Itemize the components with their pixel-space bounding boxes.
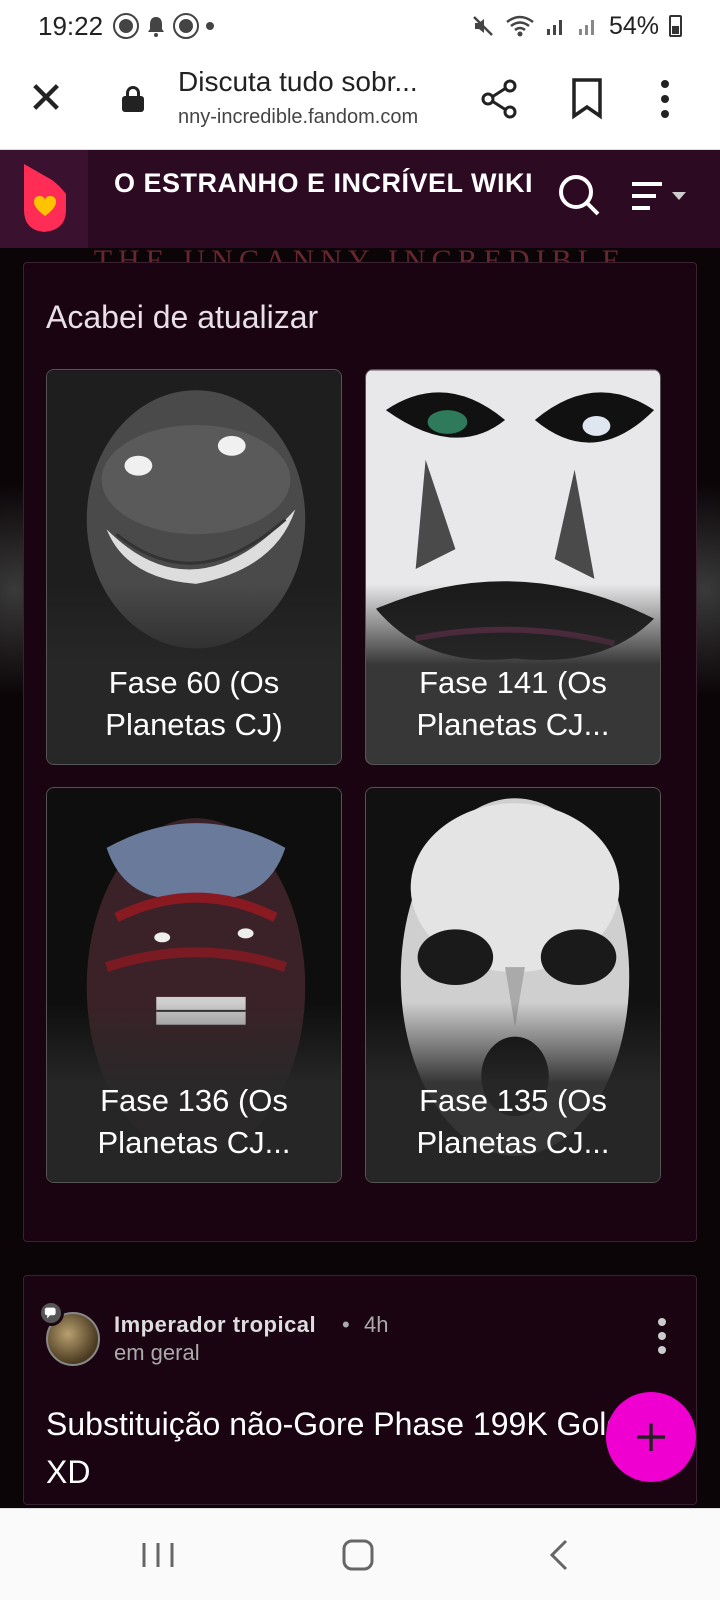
panel-heading: Acabei de atualizar bbox=[46, 299, 319, 335]
recently-updated-panel: Acabei de atualizar Fase 60 (Os Planetas… bbox=[23, 262, 697, 1242]
separator-dot: • bbox=[342, 1312, 350, 1337]
discussion-post[interactable]: Imperador tropical • 4h em geral Substit… bbox=[23, 1275, 697, 1505]
create-post-button[interactable] bbox=[606, 1392, 696, 1482]
article-card[interactable]: Fase 141 (Os Planetas CJ... bbox=[365, 369, 661, 765]
post-headline[interactable]: Substituição não-Gore Phase 199K Gold XD bbox=[46, 1400, 646, 1496]
page-title[interactable]: Discuta tudo sobr... bbox=[178, 66, 448, 98]
status-time: 19:22 bbox=[38, 10, 104, 41]
chrome-icon bbox=[173, 13, 200, 39]
menu-dropdown-icon[interactable] bbox=[630, 178, 694, 218]
close-tab-button[interactable]: ✕ bbox=[26, 74, 66, 124]
card-title[interactable]: Fase 135 (Os Planetas CJ... bbox=[378, 1080, 648, 1164]
home-icon[interactable] bbox=[328, 1529, 388, 1581]
mute-icon bbox=[473, 16, 493, 36]
signal-icon bbox=[578, 20, 594, 35]
signal-icon bbox=[546, 20, 562, 35]
bookmark-icon[interactable] bbox=[562, 74, 612, 124]
share-icon[interactable] bbox=[474, 74, 524, 124]
status-bar: 19:22 54% bbox=[0, 0, 720, 52]
page-url[interactable]: nny-incredible.fandom.com bbox=[178, 106, 448, 129]
browser-toolbar: ✕ Discuta tudo sobr... nny-incredible.fa… bbox=[0, 52, 720, 150]
plus-icon bbox=[637, 1423, 665, 1451]
post-more-icon[interactable] bbox=[656, 1316, 668, 1356]
card-title[interactable]: Fase 136 (Os Planetas CJ... bbox=[59, 1080, 329, 1164]
post-time: 4h bbox=[364, 1312, 389, 1337]
wiki-header: O ESTRANHO E INCRÍVEL WIKI bbox=[0, 150, 720, 248]
more-options-icon[interactable] bbox=[640, 74, 690, 124]
card-title[interactable]: Fase 60 (Os Planetas CJ) bbox=[59, 662, 329, 746]
system-icons: 54% bbox=[471, 12, 682, 41]
dot-icon bbox=[206, 22, 215, 30]
post-author[interactable]: Imperador tropical bbox=[114, 1312, 316, 1338]
recent-apps-icon[interactable] bbox=[128, 1529, 188, 1581]
lock-icon[interactable] bbox=[122, 86, 144, 112]
post-category[interactable]: em geral bbox=[114, 1340, 200, 1366]
fandom-logo[interactable] bbox=[0, 150, 88, 248]
back-icon[interactable] bbox=[530, 1529, 590, 1581]
wifi-icon bbox=[506, 15, 534, 37]
chrome-icon bbox=[113, 13, 140, 39]
battery-percent: 54% bbox=[608, 11, 659, 40]
system-nav-bar bbox=[0, 1508, 720, 1600]
article-card[interactable]: Fase 136 (Os Planetas CJ... bbox=[46, 787, 342, 1183]
search-icon[interactable] bbox=[556, 172, 602, 218]
article-card[interactable]: Fase 60 (Os Planetas CJ) bbox=[46, 369, 342, 765]
bell-icon bbox=[148, 17, 165, 37]
fandom-heart-icon bbox=[24, 164, 66, 232]
card-title[interactable]: Fase 141 (Os Planetas CJ... bbox=[378, 662, 648, 746]
discussion-badge-icon bbox=[38, 1300, 64, 1326]
notification-icons bbox=[113, 13, 215, 39]
screen: 19:22 54% ✕ Discuta tudo sobr... nny-inc… bbox=[0, 0, 720, 1600]
wiki-title[interactable]: O ESTRANHO E INCRÍVEL WIKI bbox=[114, 168, 534, 198]
battery-icon bbox=[669, 15, 682, 37]
article-card[interactable]: Fase 135 (Os Planetas CJ... bbox=[365, 787, 661, 1183]
